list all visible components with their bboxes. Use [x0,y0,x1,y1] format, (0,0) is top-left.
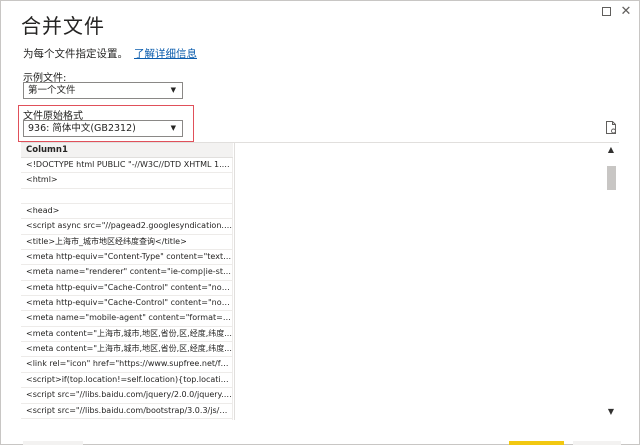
dialog-subtitle: 为每个文件指定设置。 了解详细信息 [23,46,197,61]
table-row[interactable]: <html> [21,173,233,189]
cancel-button[interactable] [573,441,621,445]
table-row[interactable]: <script>if(top.location!=location){top.l… [21,418,233,420]
table-row[interactable]: <meta content="上海市,城市,地区,省份,区,经度,纬度... [21,326,233,343]
sample-file-select[interactable]: 第一个文件 ▼ [23,82,183,99]
column-header[interactable]: Column1 [21,143,233,158]
learn-more-link[interactable]: 了解详细信息 [134,48,197,60]
table-row[interactable]: <link rel="icon" href="https://www.supfr… [21,357,233,373]
table-row[interactable]: <meta name="mobile-agent" content="forma… [21,311,233,327]
dialog-footer [1,438,640,445]
file-origin-value: 936: 简体中文(GB2312) [28,123,136,134]
chevron-down-icon[interactable]: ▼ [605,406,617,418]
vertical-scrollbar[interactable]: ▲ ▼ [605,144,617,418]
maximize-icon[interactable] [599,5,613,19]
table-row[interactable]: <script src="//libs.baidu.com/jquery/2.0… [21,388,233,404]
column-separator [234,143,235,420]
table-row[interactable]: <meta http-equiv="Cache-Control" content… [21,296,233,312]
table-row[interactable]: <script src="//libs.baidu.com/bootstrap/… [21,403,233,419]
chevron-down-icon: ▼ [170,86,176,94]
ok-button[interactable] [509,441,564,445]
scrollbar-thumb[interactable] [607,166,616,190]
combine-files-dialog: ✕ 合并文件 为每个文件指定设置。 了解详细信息 示例文件: 第一个文件 ▼ 文件… [0,0,640,445]
preview-table: Column1 <!DOCTYPE html PUBLIC "-//W3C//D… [21,142,619,420]
dialog-title: 合并文件 [21,14,105,38]
table-row[interactable]: <!DOCTYPE html PUBLIC "-//W3C//DTD XHTML… [21,158,233,174]
footer-hint [23,441,83,445]
file-origin-select[interactable]: 936: 简体中文(GB2312) ▼ [23,120,183,137]
table-row[interactable]: <meta http-equiv="Cache-Control" content… [21,280,233,297]
preview-rows: <!DOCTYPE html PUBLIC "-//W3C//DTD XHTML… [21,158,233,420]
chevron-down-icon: ▼ [170,124,176,132]
table-row[interactable]: <title>上海市_城市地区经纬度查询</title> [21,234,233,251]
close-icon[interactable]: ✕ [619,5,633,19]
table-row[interactable]: <meta content="上海市,城市,地区,省份,区,经度,纬度... [21,342,233,358]
table-row[interactable]: <head> [21,204,233,220]
chevron-up-icon[interactable]: ▲ [605,144,617,156]
subtitle-text: 为每个文件指定设置。 [23,48,128,60]
table-row[interactable]: <script>if(top.location!=self.location){… [21,372,233,389]
file-settings-icon[interactable] [605,121,617,134]
table-row[interactable]: <meta http-equiv="Content-Type" content=… [21,250,233,266]
table-row[interactable] [21,188,233,205]
table-row[interactable]: <meta name="renderer" content="ie-comp|i… [21,265,233,281]
preview-column: Column1 <!DOCTYPE html PUBLIC "-//W3C//D… [21,143,233,420]
sample-file-value: 第一个文件 [28,85,76,96]
table-row[interactable]: <script async src="//pagead2.googlesyndi… [21,219,233,235]
